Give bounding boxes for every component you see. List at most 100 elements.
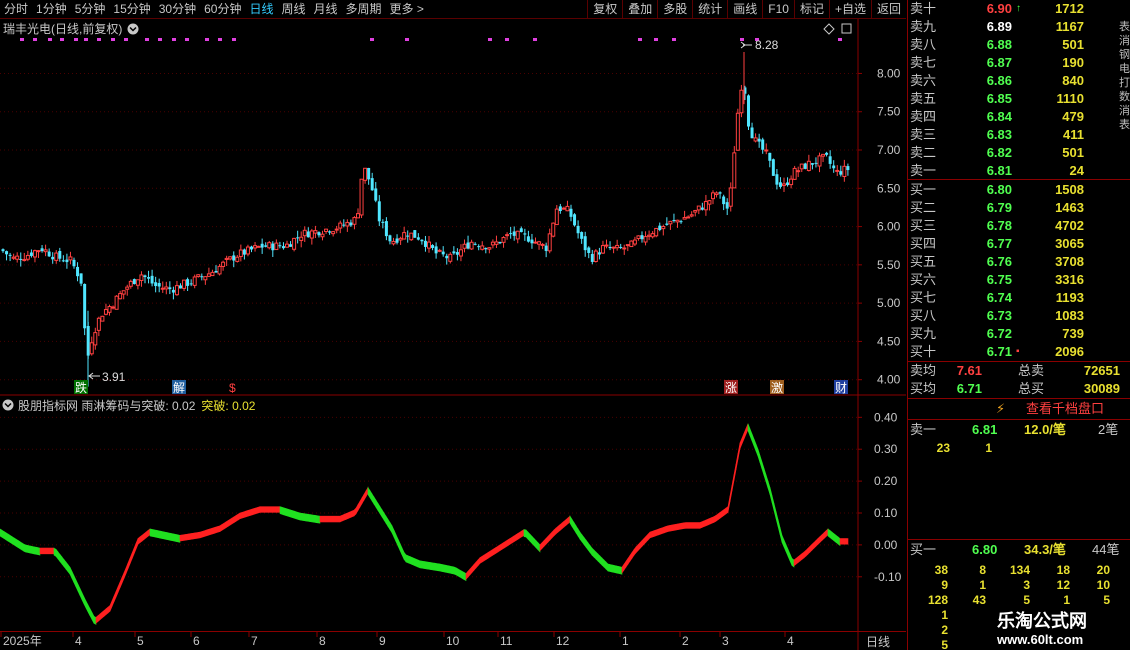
event-marker[interactable]: 财 bbox=[834, 380, 848, 395]
candle[interactable] bbox=[96, 316, 101, 337]
candle[interactable] bbox=[250, 245, 253, 253]
candle[interactable] bbox=[629, 240, 634, 248]
candle[interactable] bbox=[150, 269, 154, 287]
candle[interactable] bbox=[554, 205, 559, 226]
candle[interactable] bbox=[334, 225, 339, 234]
buy-row[interactable]: 买八 6.73 1083 bbox=[908, 307, 1118, 325]
candle[interactable] bbox=[501, 236, 506, 248]
candle[interactable] bbox=[47, 248, 51, 257]
event-marker[interactable]: 激 bbox=[770, 380, 784, 395]
candle[interactable] bbox=[658, 222, 662, 232]
candle[interactable] bbox=[338, 220, 343, 234]
candle[interactable] bbox=[302, 226, 307, 243]
candle[interactable] bbox=[224, 255, 229, 266]
tab-fenshi[interactable]: 分时 bbox=[0, 0, 32, 19]
candle[interactable] bbox=[182, 279, 187, 292]
candle[interactable] bbox=[437, 248, 442, 253]
candle[interactable] bbox=[107, 304, 112, 316]
candle[interactable] bbox=[643, 231, 648, 246]
view-depth-link[interactable]: 查看千档盘口 bbox=[1026, 399, 1104, 419]
candle[interactable] bbox=[370, 172, 374, 191]
event-marker[interactable]: 解 bbox=[172, 380, 186, 395]
candle[interactable] bbox=[750, 122, 754, 139]
candle[interactable] bbox=[228, 256, 233, 261]
candle[interactable] bbox=[189, 279, 193, 287]
candle[interactable] bbox=[65, 253, 69, 269]
sell-row[interactable]: 卖一 6.81 24 bbox=[908, 162, 1118, 180]
candle[interactable] bbox=[842, 159, 847, 182]
candle[interactable] bbox=[814, 157, 818, 168]
candle[interactable] bbox=[753, 133, 758, 143]
sell-row[interactable]: 卖七 6.87 190 bbox=[908, 54, 1118, 72]
indicator-menu-icon[interactable] bbox=[2, 399, 14, 411]
candle[interactable] bbox=[157, 278, 161, 293]
candle[interactable] bbox=[281, 242, 285, 250]
candle[interactable] bbox=[406, 230, 410, 243]
candle[interactable] bbox=[402, 226, 407, 240]
candle[interactable] bbox=[238, 244, 243, 262]
candle[interactable] bbox=[803, 162, 807, 170]
candle[interactable] bbox=[164, 281, 169, 295]
candle[interactable] bbox=[296, 230, 300, 244]
candle[interactable] bbox=[363, 167, 368, 184]
candle[interactable] bbox=[79, 273, 83, 287]
candle[interactable] bbox=[245, 244, 250, 257]
candle[interactable] bbox=[143, 274, 147, 284]
candle[interactable] bbox=[391, 237, 396, 246]
tab-1min[interactable]: 1分钟 bbox=[32, 0, 71, 19]
candle[interactable] bbox=[792, 165, 797, 180]
candle[interactable] bbox=[551, 222, 556, 238]
candle[interactable] bbox=[40, 245, 44, 253]
candle[interactable] bbox=[210, 269, 215, 277]
tab-30min[interactable]: 30分钟 bbox=[155, 0, 200, 19]
candle[interactable] bbox=[455, 248, 459, 261]
candle[interactable] bbox=[725, 198, 729, 216]
candle[interactable] bbox=[384, 217, 388, 241]
candle[interactable] bbox=[469, 239, 474, 250]
candle[interactable] bbox=[68, 251, 73, 265]
candle[interactable] bbox=[359, 178, 364, 219]
candle[interactable] bbox=[72, 257, 76, 269]
candle[interactable] bbox=[828, 150, 832, 169]
candle[interactable] bbox=[632, 236, 637, 247]
event-marker[interactable]: 跌 bbox=[74, 380, 88, 395]
candle[interactable] bbox=[309, 228, 314, 245]
candle[interactable] bbox=[8, 252, 12, 262]
candle[interactable] bbox=[267, 240, 272, 250]
candle[interactable] bbox=[398, 236, 403, 245]
candle[interactable] bbox=[58, 247, 62, 262]
candle[interactable] bbox=[186, 277, 190, 291]
candle[interactable] bbox=[512, 226, 516, 241]
candle[interactable] bbox=[707, 199, 712, 211]
candle[interactable] bbox=[835, 165, 840, 177]
candle[interactable] bbox=[448, 252, 453, 264]
candle[interactable] bbox=[757, 133, 761, 148]
multi-stock-button[interactable]: 多股 bbox=[657, 0, 692, 19]
candle[interactable] bbox=[388, 234, 392, 245]
candle[interactable] bbox=[547, 228, 552, 254]
candle[interactable] bbox=[51, 252, 55, 264]
candle[interactable] bbox=[118, 290, 123, 300]
candle[interactable] bbox=[285, 240, 289, 248]
candle[interactable] bbox=[718, 191, 722, 199]
candle[interactable] bbox=[654, 227, 659, 238]
buy-row[interactable]: 买六 6.75 3316 bbox=[908, 271, 1118, 289]
candle[interactable] bbox=[764, 143, 769, 155]
candle[interactable] bbox=[367, 167, 371, 185]
candle[interactable] bbox=[299, 231, 304, 248]
candle[interactable] bbox=[782, 177, 786, 193]
mark-button[interactable]: 标记 bbox=[793, 0, 829, 19]
candle[interactable] bbox=[611, 246, 616, 254]
candle[interactable] bbox=[530, 233, 534, 249]
candle[interactable] bbox=[526, 230, 530, 243]
candle[interactable] bbox=[328, 230, 332, 235]
candle[interactable] bbox=[825, 151, 829, 157]
chevron-down-icon[interactable] bbox=[127, 23, 139, 35]
candle[interactable] bbox=[445, 253, 449, 265]
candle[interactable] bbox=[214, 265, 218, 273]
candle[interactable] bbox=[36, 250, 41, 258]
candle[interactable] bbox=[625, 244, 630, 252]
candle[interactable] bbox=[747, 94, 750, 131]
candle[interactable] bbox=[636, 235, 641, 241]
candle[interactable] bbox=[264, 242, 268, 248]
